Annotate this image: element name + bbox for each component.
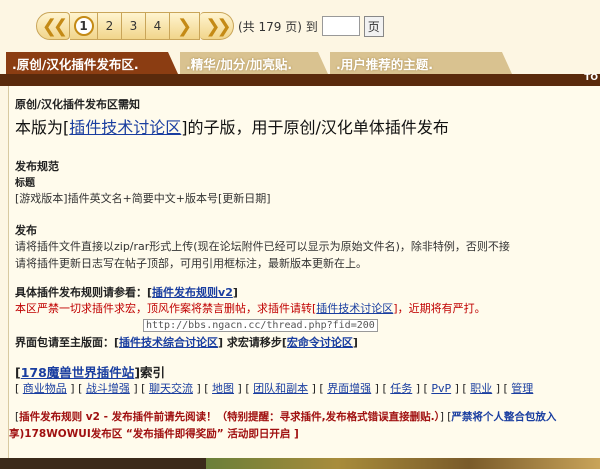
main-board-link[interactable]: 插件技术综合讨论区 xyxy=(119,336,218,349)
category-link[interactable]: 战斗增强 xyxy=(86,382,130,395)
forum-rules-panel: 原创/汉化插件发布区需知 本版为[插件技术讨论区]的子版，用于原创/汉化单体插件… xyxy=(8,86,600,458)
double-chevron-left-icon: ❮❮ xyxy=(41,15,68,37)
category-link[interactable]: 界面增强 xyxy=(327,382,371,395)
board-links-line: 界面包请至主版面：[插件技术综合讨论区] 求宏请移步[宏命令讨论区] xyxy=(15,336,358,349)
category-link[interactable]: 管理 xyxy=(511,382,533,395)
index-line: [178魔兽世界插件站]索引 xyxy=(15,365,166,380)
publish-label: 发布 xyxy=(15,224,37,237)
page-3-link[interactable]: 3 xyxy=(122,12,146,40)
page-go-button[interactable]: 页 xyxy=(363,15,384,37)
category-link[interactable]: 职业 xyxy=(470,382,492,395)
category-link[interactable]: 团队和副本 xyxy=(253,382,308,395)
plugin-site-link[interactable]: 178魔兽世界插件站 xyxy=(21,365,135,380)
spec-heading: 发布规范 xyxy=(15,160,59,173)
banner-strip xyxy=(0,458,600,469)
detail-rules-line: 具体插件发布规则请参看：[插件发布规则v2] xyxy=(15,286,238,299)
title-label: 标题 xyxy=(15,178,35,189)
category-link[interactable]: PvP xyxy=(431,382,451,395)
category-links: [ 商业物品 ] [ 战斗增强 ] [ 聊天交流 ] [ 地图 ] [ 团队和副… xyxy=(15,382,534,395)
intro-link[interactable]: 插件技术讨论区 xyxy=(69,118,181,137)
tab-original-plugins[interactable]: .原创/汉化插件发布区. xyxy=(6,52,178,74)
macro-board-link[interactable]: 宏命令讨论区 xyxy=(287,336,353,349)
publish-line-2: 请将插件更新日志写在帖子顶部，可用引用框标注，最新版本更新在上。 xyxy=(15,257,367,270)
pagination: ❮❮ 1 2 3 4 ❯ ❯❯ (共 179 页) 到 页 xyxy=(36,10,384,42)
notice-line-2[interactable]: 享)178WOWUI发布区 “发布插件即得奖励” 活动即日开启 ] xyxy=(9,426,299,441)
banner-image xyxy=(206,458,600,469)
warning-line: 本区严禁一切求插件求宏，顶风作案将禁言删帖，求插件请转[插件技术讨论区]，近期将… xyxy=(15,302,486,315)
tab-recommended[interactable]: .用户推荐的主题. xyxy=(330,52,512,74)
rules-v2-link[interactable]: 插件发布规则v2 xyxy=(152,286,233,299)
warning-forum-link[interactable]: 插件技术讨论区 xyxy=(316,302,393,315)
page-2-link[interactable]: 2 xyxy=(98,12,122,40)
tab-featured[interactable]: .精华/加分/加亮贴. xyxy=(180,52,328,74)
header-bar: TO xyxy=(0,73,600,86)
double-chevron-right-icon: ❯❯ xyxy=(205,15,231,37)
board-intro: 本版为[插件技术讨论区]的子版，用于原创/汉化单体插件发布 xyxy=(15,118,449,137)
rules-notice-link[interactable]: 插件发布规则 v2 - 发布插件前请先阅读！（特别提醒：寻求插件,发布格式错误直… xyxy=(19,411,440,423)
next-page-button[interactable]: ❯ xyxy=(170,12,200,40)
category-link[interactable]: 任务 xyxy=(390,382,412,395)
chevron-right-icon: ❯ xyxy=(176,15,193,37)
rules-heading: 原创/汉化插件发布区需知 xyxy=(15,98,141,111)
first-page-button[interactable]: ❮❮ xyxy=(36,12,70,40)
page-4-link[interactable]: 4 xyxy=(146,12,170,40)
topbar-label: TO xyxy=(584,73,598,83)
link-tooltip: http://bbs.ngacn.cc/thread.php?fid=200 xyxy=(143,319,378,332)
category-link[interactable]: 地图 xyxy=(212,382,234,395)
forum-tabs: .原创/汉化插件发布区. .精华/加分/加亮贴. .用户推荐的主题. xyxy=(6,52,514,74)
total-pages-text: (共 179 页) 到 xyxy=(238,19,318,34)
title-format: [游戏版本]插件英文名+简要中文+版本号[更新日期] xyxy=(15,192,271,205)
category-link[interactable]: 聊天交流 xyxy=(149,382,193,395)
notice-line-1: [插件发布规则 v2 - 发布插件前请先阅读！（特别提醒：寻求插件,发布格式错误… xyxy=(15,411,557,423)
page-jump-input[interactable] xyxy=(321,16,360,36)
category-link[interactable]: 商业物品 xyxy=(23,382,67,395)
current-page: 1 xyxy=(70,12,98,40)
integration-notice-link[interactable]: 严禁将个人整合包放入 xyxy=(451,411,556,423)
publish-line-1: 请将插件文件直接以zip/rar形式上传(现在论坛附件已经可以显示为原始文件名)… xyxy=(15,240,510,253)
last-page-button[interactable]: ❯❯ xyxy=(200,12,234,40)
